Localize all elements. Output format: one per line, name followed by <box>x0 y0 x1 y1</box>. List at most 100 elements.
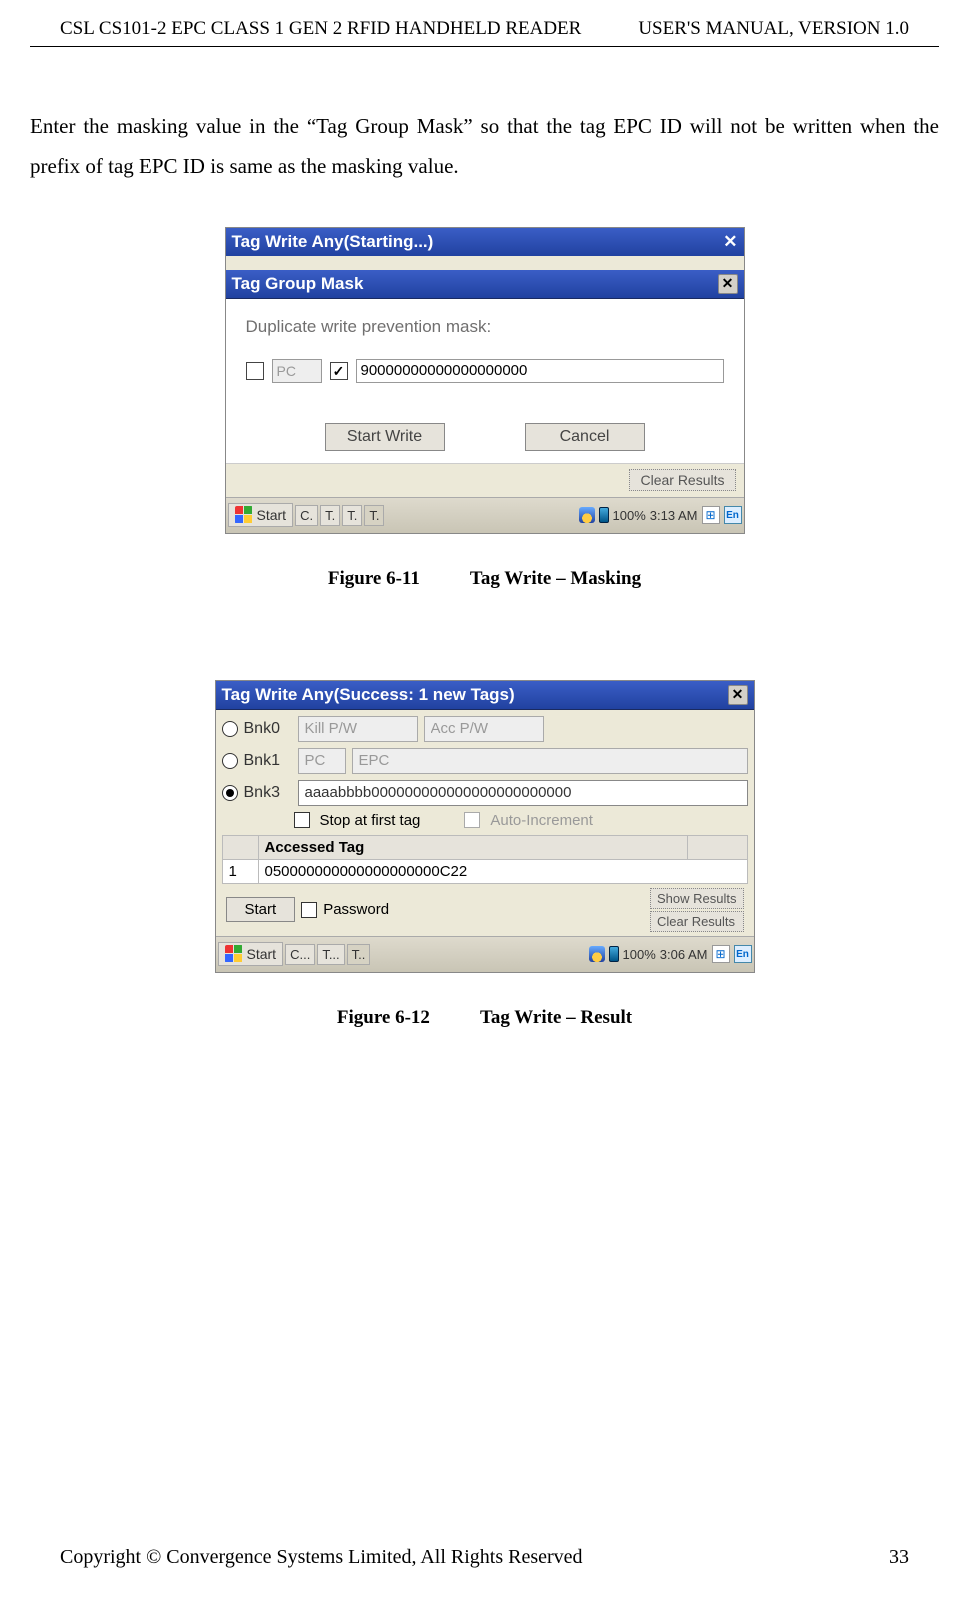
titlebar: Tag Write Any(Success: 1 new Tags) ✕ <box>216 681 754 710</box>
taskbar: Start C. T. T. T. 100% 3:13 AM ⊞ En <box>226 497 744 533</box>
clock-text: 3:13 AM <box>650 508 698 523</box>
header-right: USER'S MANUAL, VERSION 1.0 <box>638 18 909 40</box>
desktop-icon[interactable]: ⊞ <box>702 506 720 524</box>
start-button[interactable]: Start <box>228 503 294 527</box>
bottom-controls-row: Start Password Show Results Clear Result… <box>222 884 748 936</box>
network-icon[interactable] <box>589 946 605 962</box>
bnk0-radio[interactable] <box>222 721 238 737</box>
kill-pw-input <box>298 716 418 742</box>
clear-results-button[interactable]: Clear Results <box>650 911 743 932</box>
pc-input[interactable] <box>272 359 322 383</box>
password-label: Password <box>323 901 389 918</box>
close-icon[interactable]: ✕ <box>718 274 738 294</box>
taskbar-app-button[interactable]: T.. <box>347 944 371 965</box>
outer-titlebar: Tag Write Any(Starting...) ✕ <box>226 228 744 256</box>
figure-1-caption: Figure 6-11Tag Write – Masking <box>328 568 641 590</box>
taskbar-app-button[interactable]: T. <box>320 505 340 526</box>
pc-checkbox[interactable] <box>246 362 264 380</box>
results-buttons-stack: Show Results Clear Results <box>650 888 743 932</box>
taskbar-app-button[interactable]: T. <box>364 505 384 526</box>
figure-2-caption: Figure 6-12 Tag Write – Result <box>337 1007 632 1029</box>
bnk1-label: Bnk1 <box>244 752 292 770</box>
body-paragraph: Enter the masking value in the “Tag Grou… <box>0 47 969 187</box>
table-row[interactable]: 1 050000000000000000000C22 <box>222 859 747 883</box>
close-icon[interactable]: ✕ <box>728 685 748 705</box>
clear-results-button[interactable]: Clear Results <box>629 469 735 491</box>
input-language-icon[interactable]: En <box>724 506 742 524</box>
battery-icon[interactable] <box>609 946 619 962</box>
windows-flag-icon <box>225 945 243 963</box>
outer-title-text: Tag Write Any(Starting...) <box>232 232 434 252</box>
mask-value-input[interactable] <box>356 359 724 383</box>
footer-copyright: Copyright © Convergence Systems Limited,… <box>60 1546 583 1569</box>
acc-pw-input <box>424 716 544 742</box>
figure-1: Tag Write Any(Starting...) ✕ Tag Group M… <box>0 227 969 590</box>
prompt-label: Duplicate write prevention mask: <box>246 317 724 337</box>
system-tray: 100% 3:06 AM ⊞ En <box>589 945 752 963</box>
system-tray: 100% 3:13 AM ⊞ En <box>579 506 742 524</box>
page-footer: Copyright © Convergence Systems Limited,… <box>0 1546 969 1569</box>
bnk3-row: Bnk3 <box>222 780 748 806</box>
screenshot-tag-group-mask: Tag Write Any(Starting...) ✕ Tag Group M… <box>225 227 745 534</box>
epc-input <box>352 748 748 774</box>
mask-input-row <box>246 359 724 383</box>
pc-input <box>298 748 346 774</box>
bnk3-radio[interactable] <box>222 785 238 801</box>
mask-checkbox[interactable] <box>330 362 348 380</box>
desktop-icon[interactable]: ⊞ <box>712 945 730 963</box>
caption-number: Figure 6-12 <box>337 1007 430 1028</box>
start-write-button[interactable]: Start Write <box>325 423 445 451</box>
taskbar-app-button[interactable]: T... <box>317 944 344 965</box>
network-icon[interactable] <box>579 507 595 523</box>
battery-percent: 100% <box>613 508 646 523</box>
caption-number: Figure 6-11 <box>328 568 420 589</box>
battery-icon[interactable] <box>599 507 609 523</box>
taskbar: Start C... T... T.. 100% 3:06 AM ⊞ En <box>216 936 754 972</box>
start-label: Start <box>247 946 277 962</box>
page-header: CSL CS101-2 EPC CLASS 1 GEN 2 RFID HANDH… <box>30 0 939 47</box>
stop-first-checkbox[interactable] <box>294 812 310 828</box>
title-text: Tag Write Any(Success: 1 new Tags) <box>222 685 515 705</box>
dialog-body: Duplicate write prevention mask: Start W… <box>226 299 744 463</box>
windows-flag-icon <box>235 506 253 524</box>
bnk1-radio[interactable] <box>222 753 238 769</box>
figure-2: Tag Write Any(Success: 1 new Tags) ✕ Bnk… <box>0 680 969 1029</box>
table-header-row: Accessed Tag <box>222 835 747 859</box>
input-language-icon[interactable]: En <box>734 945 752 963</box>
bnk3-value-input[interactable] <box>298 780 748 806</box>
bnk1-row: Bnk1 <box>222 748 748 774</box>
form-area: Bnk0 Bnk1 Bnk3 Stop at first <box>216 710 754 936</box>
bnk0-row: Bnk0 <box>222 716 748 742</box>
auto-increment-checkbox <box>464 812 480 828</box>
bnk3-label: Bnk3 <box>244 784 292 802</box>
start-button[interactable]: Start <box>226 897 296 922</box>
taskbar-app-button[interactable]: T. <box>342 505 362 526</box>
cancel-button[interactable]: Cancel <box>525 423 645 451</box>
taskbar-app-button[interactable]: C... <box>285 944 315 965</box>
bnk0-label: Bnk0 <box>244 720 292 738</box>
caption-text: Tag Write – Result <box>480 1007 632 1028</box>
close-icon[interactable]: ✕ <box>723 232 737 252</box>
header-left: CSL CS101-2 EPC CLASS 1 GEN 2 RFID HANDH… <box>60 18 581 40</box>
results-table: Accessed Tag 1 050000000000000000000C22 <box>222 835 748 884</box>
password-checkbox[interactable] <box>301 902 317 918</box>
outer-body-sliver <box>226 256 744 270</box>
inner-title-text: Tag Group Mask <box>232 274 364 294</box>
footer-page-number: 33 <box>889 1546 909 1569</box>
inner-titlebar: Tag Group Mask ✕ <box>226 270 744 299</box>
taskbar-app-button[interactable]: C. <box>295 505 318 526</box>
battery-percent: 100% <box>623 947 656 962</box>
stop-first-label: Stop at first tag <box>320 812 421 829</box>
start-label: Start <box>257 507 287 523</box>
screenshot-tag-write-result: Tag Write Any(Success: 1 new Tags) ✕ Bnk… <box>215 680 755 973</box>
table-header: Accessed Tag <box>258 835 687 859</box>
window-body: Bnk0 Bnk1 Bnk3 Stop at first <box>216 710 754 972</box>
clock-text: 3:06 AM <box>660 947 708 962</box>
auto-increment-label: Auto-Increment <box>490 812 593 829</box>
dialog-button-row: Start Write Cancel <box>246 423 724 455</box>
start-button[interactable]: Start <box>218 942 284 966</box>
row-value: 050000000000000000000C22 <box>258 859 747 883</box>
show-results-button[interactable]: Show Results <box>650 888 743 909</box>
lower-panel-strip: Clear Results <box>226 463 744 497</box>
options-row: Stop at first tag Auto-Increment <box>222 812 748 829</box>
